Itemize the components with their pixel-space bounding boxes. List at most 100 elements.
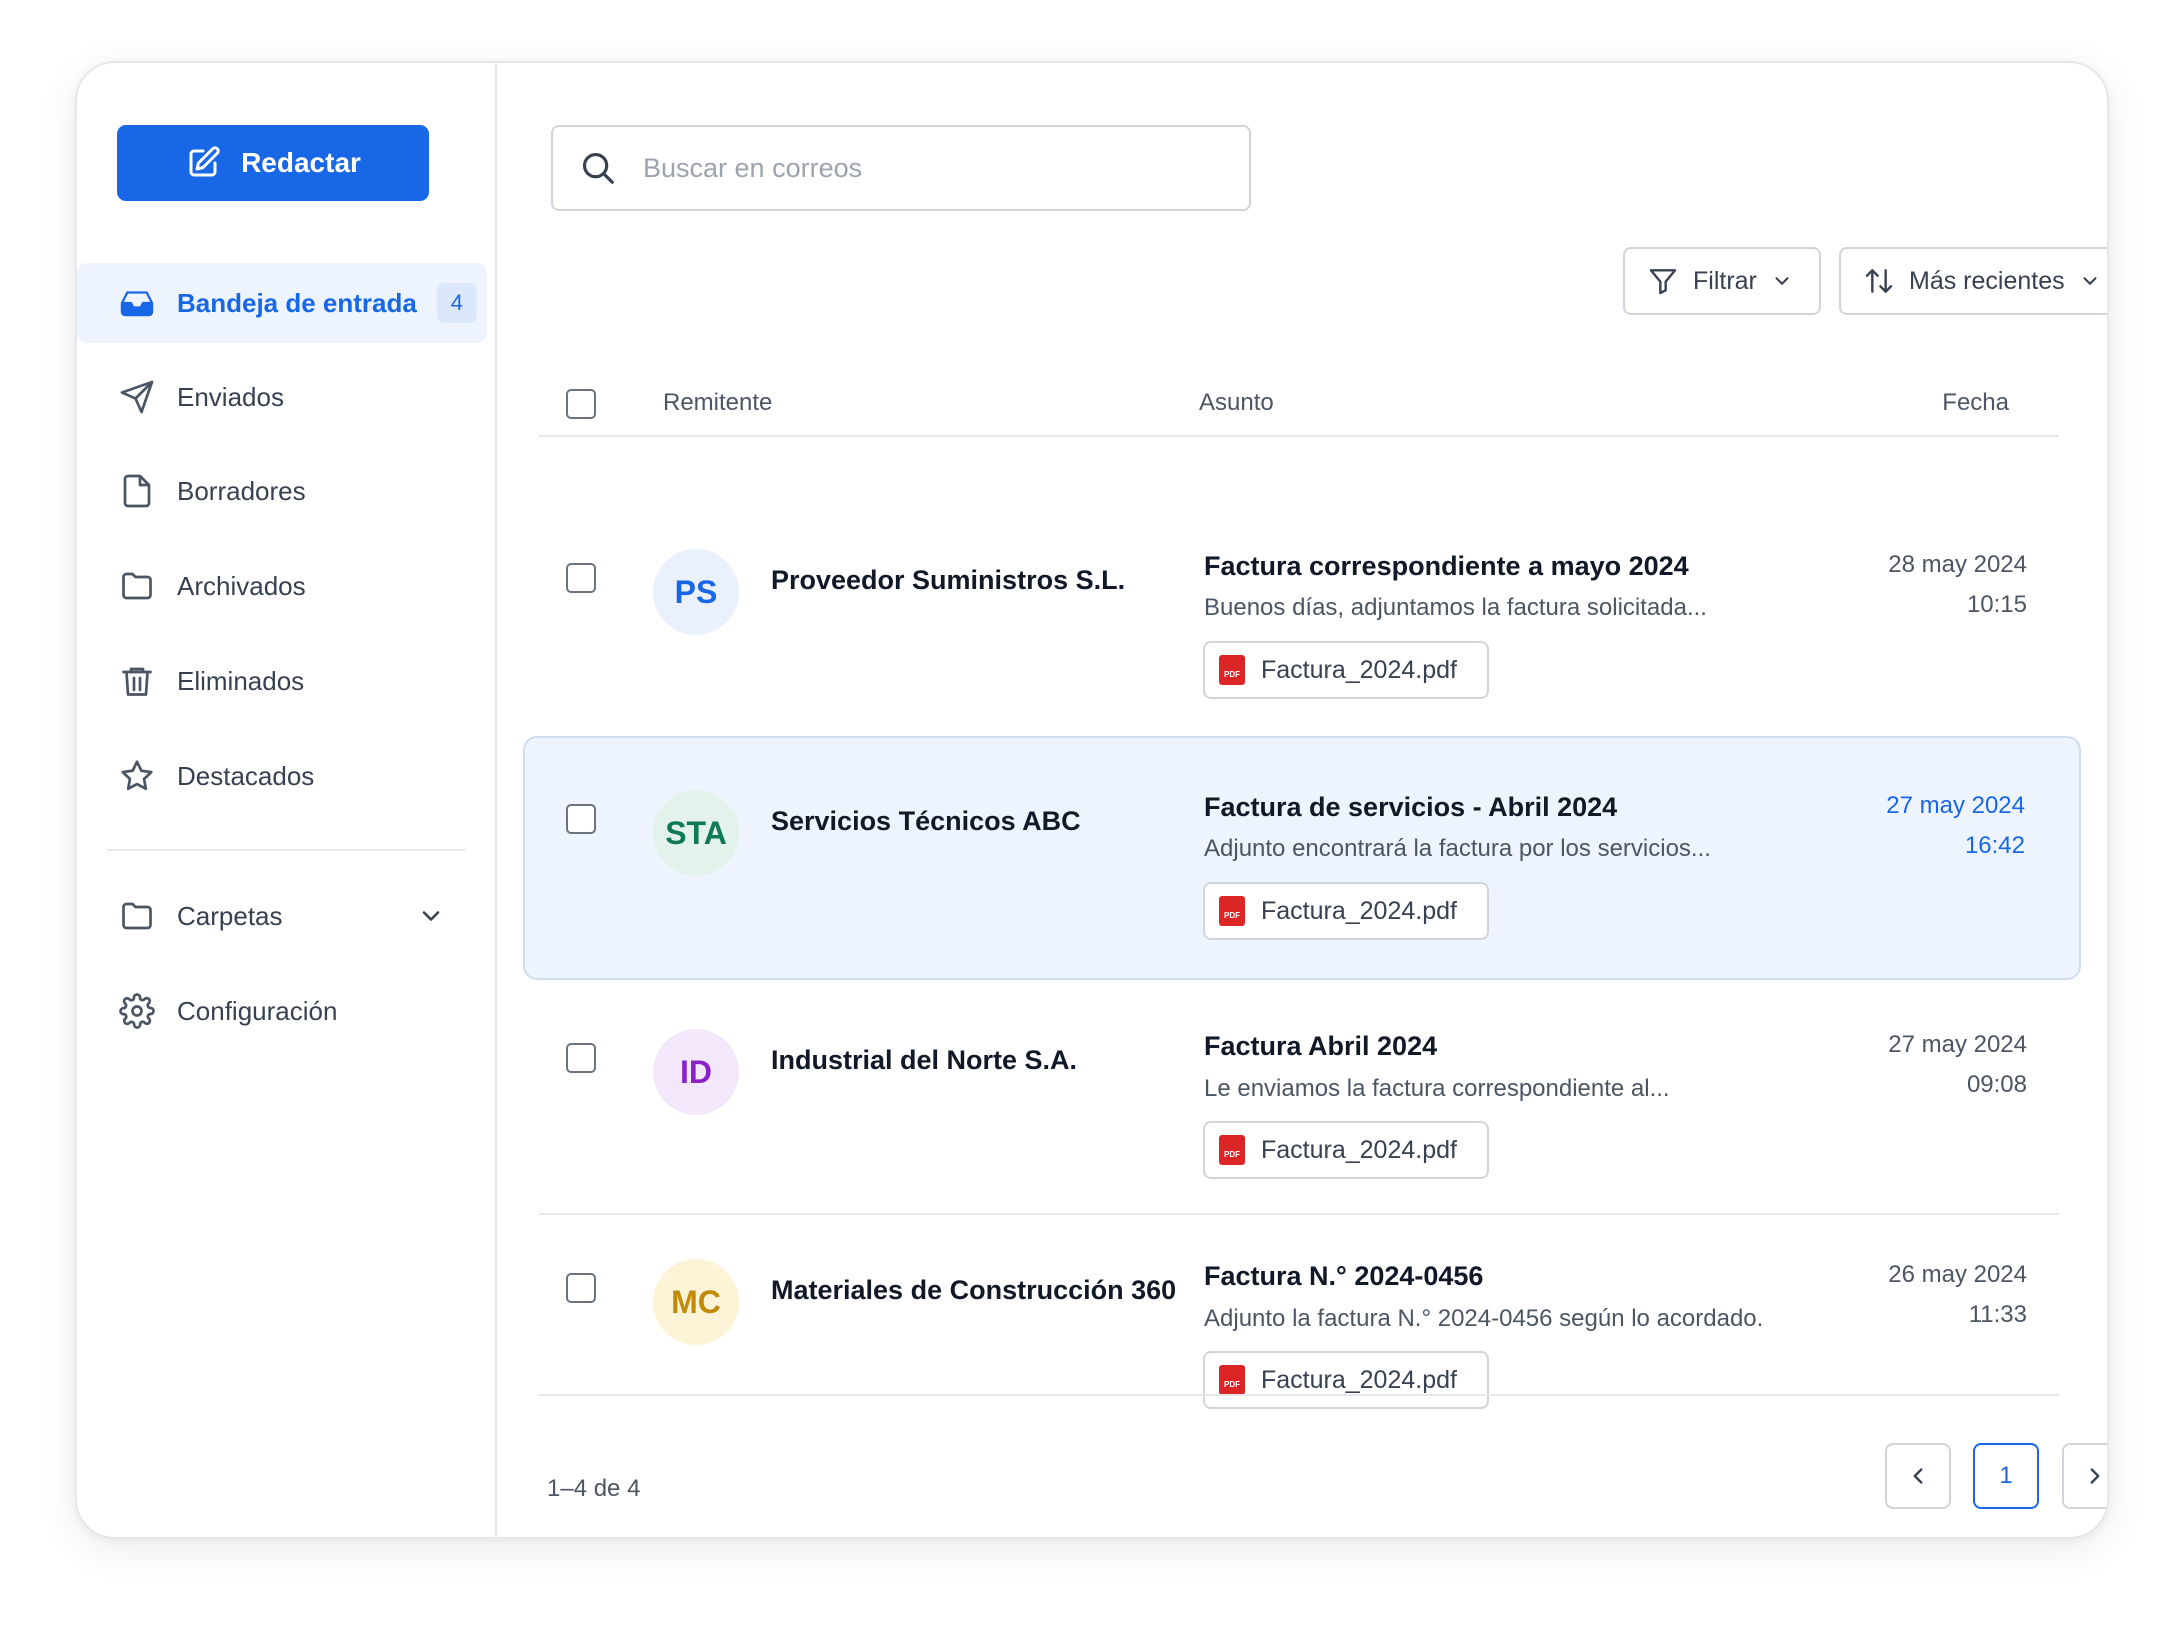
- sidebar-item-label: Configuración: [177, 995, 338, 1026]
- sort-button[interactable]: Más recientes: [1839, 247, 2107, 315]
- table-row-selected[interactable]: STA Servicios Técnicos ABC Factura de se…: [523, 736, 2081, 980]
- row-checkbox[interactable]: [566, 804, 596, 834]
- date-label: 26 may 2024: [1888, 1261, 2027, 1288]
- date-label: 28 may 2024: [1888, 551, 2027, 578]
- pdf-icon: PDF: [1219, 1135, 1245, 1165]
- attachment-chip[interactable]: PDF Factura_2024.pdf: [1203, 1121, 1489, 1179]
- email-subject: Factura de servicios - Abril 2024: [1204, 792, 1618, 822]
- sort-icon: [1865, 269, 1893, 293]
- compose-icon: [189, 146, 220, 177]
- main-panel: Filtrar Más recientes Remitente Asunto F…: [497, 63, 2107, 1537]
- sender-name: Industrial del Norte S.A.: [771, 1045, 1078, 1075]
- sidebar-item-inbox[interactable]: Bandeja de entrada 4: [77, 263, 487, 343]
- avatar: ID: [653, 1029, 739, 1115]
- email-preview: Adjunto encontrará la factura por los se…: [1204, 835, 1711, 862]
- folder-icon: [117, 896, 157, 936]
- attachment-chip[interactable]: PDF Factura_2024.pdf: [1203, 641, 1489, 699]
- chevron-down-icon: [1775, 277, 1789, 285]
- time-label: 11:33: [1968, 1301, 2027, 1328]
- email-date: 28 may 2024 10:15: [1888, 545, 2027, 625]
- sidebar-item-label: Bandeja de entrada: [177, 287, 417, 318]
- compose-button[interactable]: Redactar: [117, 125, 429, 201]
- mail-app-window: Redactar Bandeja de entrada 4 Enviados B…: [75, 61, 2109, 1539]
- pagination-summary: 1–4 de 4: [547, 1475, 641, 1502]
- avatar: MC: [653, 1259, 739, 1345]
- sidebar-item-starred[interactable]: Destacados: [77, 736, 487, 816]
- attachment-name: Factura_2024.pdf: [1261, 1135, 1457, 1164]
- email-date: 27 may 2024 09:08: [1888, 1025, 2027, 1105]
- filter-label: Filtrar: [1693, 266, 1757, 295]
- column-header-sender: Remitente: [663, 389, 773, 416]
- sidebar-item-folders[interactable]: Carpetas: [77, 876, 487, 956]
- sidebar-item-deleted[interactable]: Eliminados: [77, 641, 487, 721]
- attachment-name: Factura_2024.pdf: [1261, 896, 1457, 925]
- email-date: 27 may 2024 16:42: [1886, 786, 2025, 866]
- sidebar-item-label: Eliminados: [177, 665, 305, 696]
- next-page-button[interactable]: [2062, 1443, 2107, 1509]
- sidebar-item-label: Carpetas: [177, 900, 283, 931]
- time-label: 09:08: [1966, 1071, 2027, 1098]
- email-date: 26 may 2024 11:33: [1888, 1255, 2027, 1335]
- select-all-checkbox[interactable]: [566, 389, 596, 419]
- email-preview: Adjunto la factura N.° 2024-0456 según l…: [1204, 1305, 1764, 1332]
- sender-name: Materiales de Construcción 360: [771, 1275, 1177, 1305]
- attachment-name: Factura_2024.pdf: [1261, 1365, 1457, 1394]
- table-row[interactable]: MC Materiales de Construcción 360 Factur…: [539, 1215, 2059, 1455]
- sort-label: Más recientes: [1909, 266, 2065, 295]
- unread-count-badge: 4: [436, 283, 477, 323]
- filter-button[interactable]: Filtrar: [1623, 247, 1821, 315]
- row-checkbox[interactable]: [566, 1043, 596, 1073]
- email-preview: Le enviamos la factura correspondiente a…: [1204, 1075, 1670, 1102]
- email-preview: Buenos días, adjuntamos la factura solic…: [1204, 594, 1707, 621]
- sender-name: Servicios Técnicos ABC: [771, 806, 1081, 836]
- column-header-date: Fecha: [1942, 389, 2009, 416]
- trash-icon: [117, 661, 157, 701]
- attachment-chip[interactable]: PDF Factura_2024.pdf: [1203, 1351, 1489, 1409]
- chevron-left-icon: [1913, 1468, 1923, 1484]
- pdf-icon: PDF: [1219, 1365, 1245, 1395]
- search-input[interactable]: [643, 152, 1203, 184]
- sidebar-item-label: Destacados: [177, 760, 315, 791]
- sidebar-item-sent[interactable]: Enviados: [77, 357, 487, 437]
- compose-label: Redactar: [241, 147, 361, 178]
- sidebar-item-label: Archivados: [177, 570, 306, 601]
- email-subject: Factura correspondiente a mayo 2024: [1204, 551, 1689, 581]
- attachment-name: Factura_2024.pdf: [1261, 655, 1457, 684]
- sidebar-item-label: Enviados: [177, 381, 284, 412]
- search-box[interactable]: [551, 125, 1251, 211]
- pdf-icon: PDF: [1219, 896, 1245, 926]
- previous-page-button[interactable]: [1885, 1443, 1951, 1509]
- time-label: 16:42: [1964, 832, 2025, 859]
- avatar: PS: [653, 549, 739, 635]
- table-row[interactable]: ID Industrial del Norte S.A. Factura Abr…: [539, 1013, 2059, 1213]
- row-checkbox[interactable]: [566, 1273, 596, 1303]
- sidebar: Redactar Bandeja de entrada 4 Enviados B…: [77, 63, 497, 1537]
- star-icon: [117, 756, 157, 796]
- table-bottom-divider: [539, 1394, 2059, 1396]
- time-label: 10:15: [1966, 591, 2027, 618]
- sidebar-divider: [107, 849, 465, 851]
- sender-name: Proveedor Suministros S.L.: [771, 565, 1126, 595]
- date-label: 27 may 2024: [1888, 1031, 2027, 1058]
- search-icon: [582, 152, 614, 184]
- row-checkbox[interactable]: [566, 563, 596, 593]
- table-row[interactable]: PS Proveedor Suministros S.L. Factura co…: [539, 439, 2059, 699]
- email-subject: Factura N.° 2024-0456: [1204, 1261, 1484, 1291]
- email-subject: Factura Abril 2024: [1204, 1031, 1438, 1061]
- column-header-subject: Asunto: [1199, 389, 1274, 416]
- page-1-button[interactable]: 1: [1973, 1443, 2039, 1509]
- sidebar-item-drafts[interactable]: Borradores: [77, 451, 487, 531]
- chevron-down-icon: [2083, 277, 2097, 285]
- attachment-chip[interactable]: PDF Factura_2024.pdf: [1203, 882, 1489, 940]
- file-icon: [117, 471, 157, 511]
- date-label: 27 may 2024: [1886, 792, 2025, 819]
- sidebar-item-label: Borradores: [177, 475, 306, 506]
- sidebar-item-archived[interactable]: Archivados: [77, 546, 487, 626]
- chevron-down-icon[interactable]: [417, 902, 445, 930]
- avatar: STA: [653, 790, 739, 876]
- chevron-right-icon: [2090, 1468, 2100, 1484]
- filter-icon: [1649, 269, 1677, 295]
- sidebar-item-settings[interactable]: Configuración: [77, 971, 487, 1051]
- send-icon: [117, 377, 157, 417]
- gear-icon: [117, 991, 157, 1031]
